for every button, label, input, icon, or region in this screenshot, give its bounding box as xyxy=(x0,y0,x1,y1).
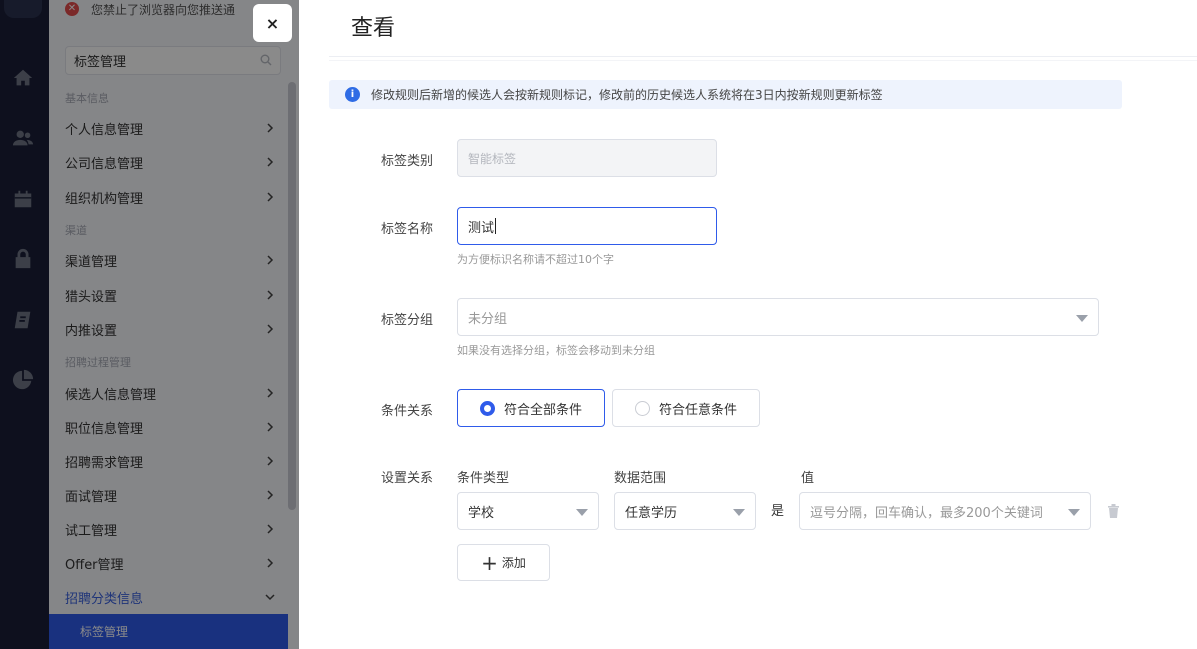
radio-label: 符合全部条件 xyxy=(504,402,583,418)
tag-name-hint: 为方便标识名称请不超过10个字 xyxy=(457,253,614,266)
plus-icon: + xyxy=(481,550,498,575)
info-icon: i xyxy=(345,87,360,102)
operator-text: 是 xyxy=(771,504,785,519)
col-head-type: 条件类型 xyxy=(457,471,510,486)
tag-name-value: 测试 xyxy=(468,220,495,236)
value-keywords-input[interactable]: 逗号分隔，回车确认，最多200个关键词 xyxy=(799,492,1091,530)
info-text: 修改规则后新增的候选人会按新规则标记，修改前的历史候选人系统将在3日内按新规则更… xyxy=(371,88,883,102)
tag-name-label: 标签名称 xyxy=(381,222,434,237)
data-range-value: 任意学历 xyxy=(625,505,678,521)
condition-type-select[interactable]: 学校 xyxy=(457,492,599,530)
relation-label: 条件关系 xyxy=(381,404,434,419)
divider xyxy=(329,60,1197,61)
overlay-mask[interactable] xyxy=(0,0,299,649)
value-placeholder: 逗号分隔，回车确认，最多200个关键词 xyxy=(810,505,1043,521)
text-caret xyxy=(495,218,497,234)
tag-group-hint: 如果没有选择分组，标签会移动到未分组 xyxy=(457,344,655,357)
drawer-title: 查看 xyxy=(351,16,396,41)
tag-group-select[interactable]: 未分组 xyxy=(457,298,1099,336)
add-label: 添加 xyxy=(501,556,526,570)
tag-group-label: 标签分组 xyxy=(381,313,434,328)
radio-match-any[interactable]: 符合任意条件 xyxy=(612,389,760,427)
col-head-range: 数据范围 xyxy=(614,471,667,486)
tag-type-value: 智能标签 xyxy=(468,151,517,166)
tag-name-input[interactable]: 测试 xyxy=(457,207,717,245)
radio-label: 符合任意条件 xyxy=(659,402,738,418)
tag-type-label: 标签类别 xyxy=(381,154,434,169)
close-button[interactable]: × xyxy=(253,4,292,42)
caret-down-icon xyxy=(733,509,745,516)
divider xyxy=(329,56,1197,57)
tag-type-field: 智能标签 xyxy=(457,139,717,177)
view-drawer: 查看 i 修改规则后新增的候选人会按新规则标记，修改前的历史候选人系统将在3日内… xyxy=(299,0,1197,649)
tag-group-placeholder: 未分组 xyxy=(468,311,508,327)
trash-icon[interactable] xyxy=(1107,504,1120,518)
radio-unchecked-icon xyxy=(635,400,650,416)
info-alert: i 修改规则后新增的候选人会按新规则标记，修改前的历史候选人系统将在3日内按新规… xyxy=(329,80,1122,109)
radio-match-all[interactable]: 符合全部条件 xyxy=(457,389,605,427)
caret-down-icon xyxy=(1076,315,1088,322)
col-head-value: 值 xyxy=(801,471,815,486)
condition-type-value: 学校 xyxy=(468,505,495,521)
caret-down-icon xyxy=(576,509,588,516)
radio-checked-icon xyxy=(480,400,495,416)
conditions-label: 设置关系 xyxy=(381,471,434,486)
caret-down-icon xyxy=(1068,509,1080,516)
add-condition-button[interactable]: + 添加 xyxy=(457,544,550,581)
data-range-select[interactable]: 任意学历 xyxy=(614,492,756,530)
